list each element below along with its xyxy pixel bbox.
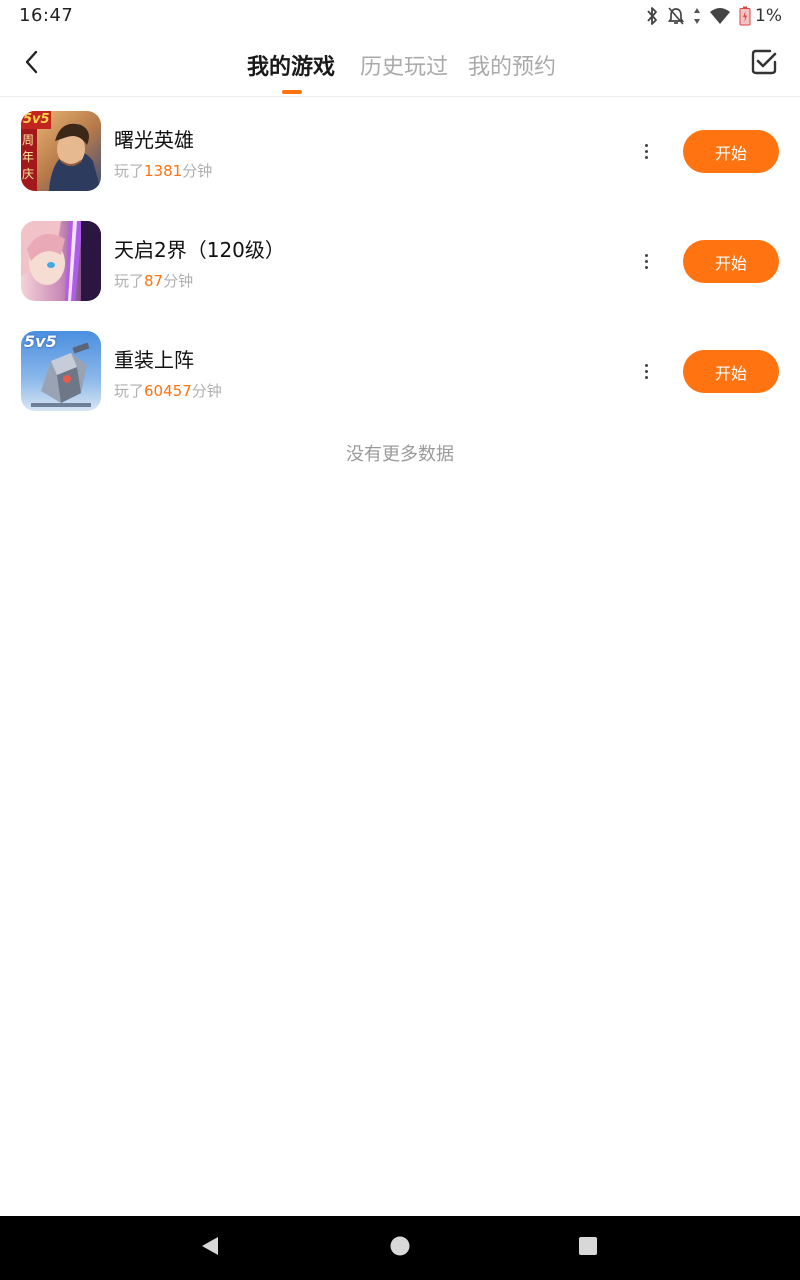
played-suffix: 分钟 [163,272,194,290]
game-title: 曙光英雄 [114,128,194,152]
icon-side-text: 周年庆 [22,133,35,181]
played-suffix: 分钟 [182,162,213,180]
game-icon-tianqi-2[interactable] [21,221,101,301]
status-time: 16:47 [19,5,74,26]
nav-back-button[interactable] [198,1236,222,1260]
system-nav-bar [0,1216,800,1280]
game-item[interactable]: 天启2界（120级） 玩了87分钟 开始 [0,206,800,316]
more-options-button[interactable] [634,246,658,276]
wifi-icon [709,7,731,25]
nav-recents-button[interactable] [576,1236,600,1260]
game-played-time: 玩了60457分钟 [114,380,222,401]
played-suffix: 分钟 [191,382,222,400]
tab-my-reservations[interactable]: 我的预约 [468,49,556,81]
status-bar: 16:47 1% [0,0,800,32]
game-item[interactable]: 5v5 重装上阵 玩了60457分钟 开始 [0,316,800,426]
nav-home-button[interactable] [388,1236,412,1260]
played-minutes: 1381 [144,162,183,180]
home-circle-icon [389,1235,411,1261]
more-options-button[interactable] [634,356,658,386]
recents-square-icon [577,1235,599,1261]
game-list: 5v5 周年庆 曙光英雄 玩了1381分钟 开始 天启2界（120级） 玩了87… [0,96,800,426]
list-end-message: 没有更多数据 [346,444,454,465]
manage-button[interactable] [748,48,780,80]
back-triangle-icon [199,1235,221,1261]
more-options-button[interactable] [634,136,658,166]
battery-percent: 1% [755,6,782,26]
played-minutes: 87 [144,272,164,290]
played-prefix: 玩了 [114,382,145,400]
tab-history-played[interactable]: 历史玩过 [360,49,448,81]
game-played-time: 玩了87分钟 [114,270,193,291]
game-title: 天启2界（120级） [114,238,285,262]
checkbox-checked-icon [750,48,778,80]
data-arrows-icon [693,7,701,25]
game-icon-heavy-armor[interactable]: 5v5 [21,331,101,411]
notifications-off-icon [667,6,685,26]
start-button[interactable]: 开始 [683,130,779,173]
top-header: 我的游戏 历史玩过 我的预约 [0,32,800,97]
played-prefix: 玩了 [114,162,145,180]
tab-my-games[interactable]: 我的游戏 [247,49,335,81]
icon-badge-5v5: 5v5 [23,112,50,127]
more-vertical-icon [644,252,648,270]
tab-indicator [282,90,302,94]
bluetooth-icon [645,6,659,26]
start-button[interactable]: 开始 [683,350,779,393]
screen: 16:47 1% 我的游戏 历史玩过 我的预约 5v5 周年庆 曙光英雄 玩了1… [0,0,800,1280]
game-played-time: 玩了1381分钟 [114,160,212,181]
icon-badge-5v5: 5v5 [24,332,57,351]
battery-low-icon [739,6,751,26]
played-minutes: 60457 [144,382,192,400]
more-vertical-icon [644,362,648,380]
chevron-left-icon [22,49,42,79]
game-item[interactable]: 5v5 周年庆 曙光英雄 玩了1381分钟 开始 [0,96,800,206]
status-icons: 1% [637,5,782,27]
more-vertical-icon [644,142,648,160]
back-button[interactable] [14,46,50,82]
start-button[interactable]: 开始 [683,240,779,283]
played-prefix: 玩了 [114,272,145,290]
game-icon-dawn-hero[interactable]: 5v5 周年庆 [21,111,101,191]
game-title: 重装上阵 [114,348,194,372]
